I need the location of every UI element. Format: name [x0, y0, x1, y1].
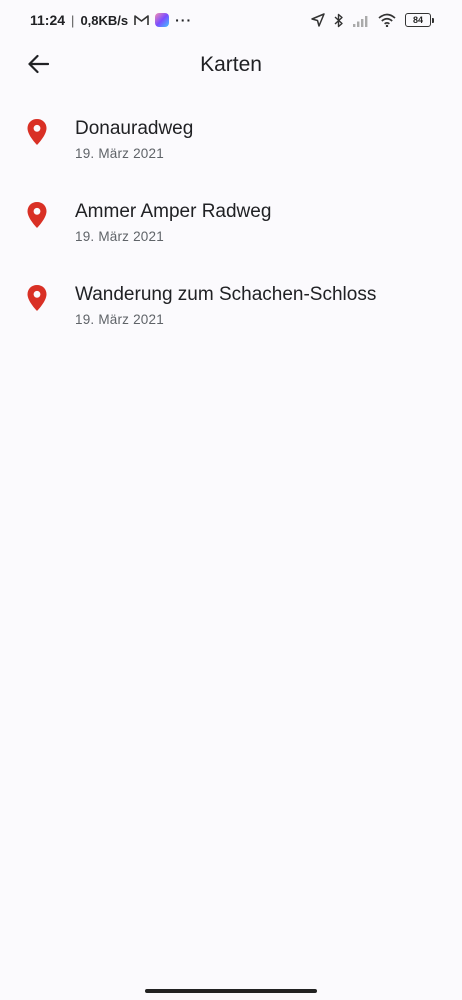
- map-title: Donauradweg: [75, 118, 194, 139]
- app-bar: Karten: [0, 40, 462, 92]
- map-pin-icon: [26, 118, 48, 146]
- map-date: 19. März 2021: [75, 229, 164, 244]
- network-speed: 0,8KB/s: [80, 12, 129, 28]
- location-arrow-icon: [311, 13, 325, 27]
- gmail-icon: [134, 14, 149, 26]
- status-left: 11:24 | 0,8KB/s ···: [30, 12, 192, 28]
- map-list-item[interactable]: Wanderung zum Schachen-Schloss 19. März …: [0, 272, 462, 355]
- map-list-item[interactable]: Donauradweg 19. März 2021: [0, 106, 462, 189]
- battery-level: 84: [405, 13, 431, 27]
- status-right: 84: [311, 13, 434, 28]
- status-time: 11:24: [30, 12, 66, 28]
- home-indicator[interactable]: [145, 989, 317, 993]
- battery-icon: 84: [405, 13, 434, 27]
- map-date: 19. März 2021: [75, 312, 164, 327]
- map-date: 19. März 2021: [75, 146, 164, 161]
- app-badge-icon: [155, 13, 170, 27]
- status-separator: |: [71, 12, 75, 28]
- map-list: Donauradweg 19. März 2021 Ammer Amper Ra…: [0, 106, 462, 355]
- map-pin-icon: [26, 201, 48, 229]
- battery-tip: [432, 17, 434, 23]
- status-bar: 11:24 | 0,8KB/s ··· 84: [0, 0, 462, 40]
- page-title: Karten: [200, 53, 262, 76]
- signal-icon: [353, 14, 369, 27]
- bluetooth-icon: [334, 13, 344, 28]
- map-pin-icon: [26, 284, 48, 312]
- wifi-icon: [378, 13, 396, 27]
- map-title: Ammer Amper Radweg: [75, 201, 272, 222]
- more-notifications-icon: ···: [175, 12, 193, 28]
- map-list-item[interactable]: Ammer Amper Radweg 19. März 2021: [0, 189, 462, 272]
- map-title: Wanderung zum Schachen-Schloss: [75, 284, 377, 305]
